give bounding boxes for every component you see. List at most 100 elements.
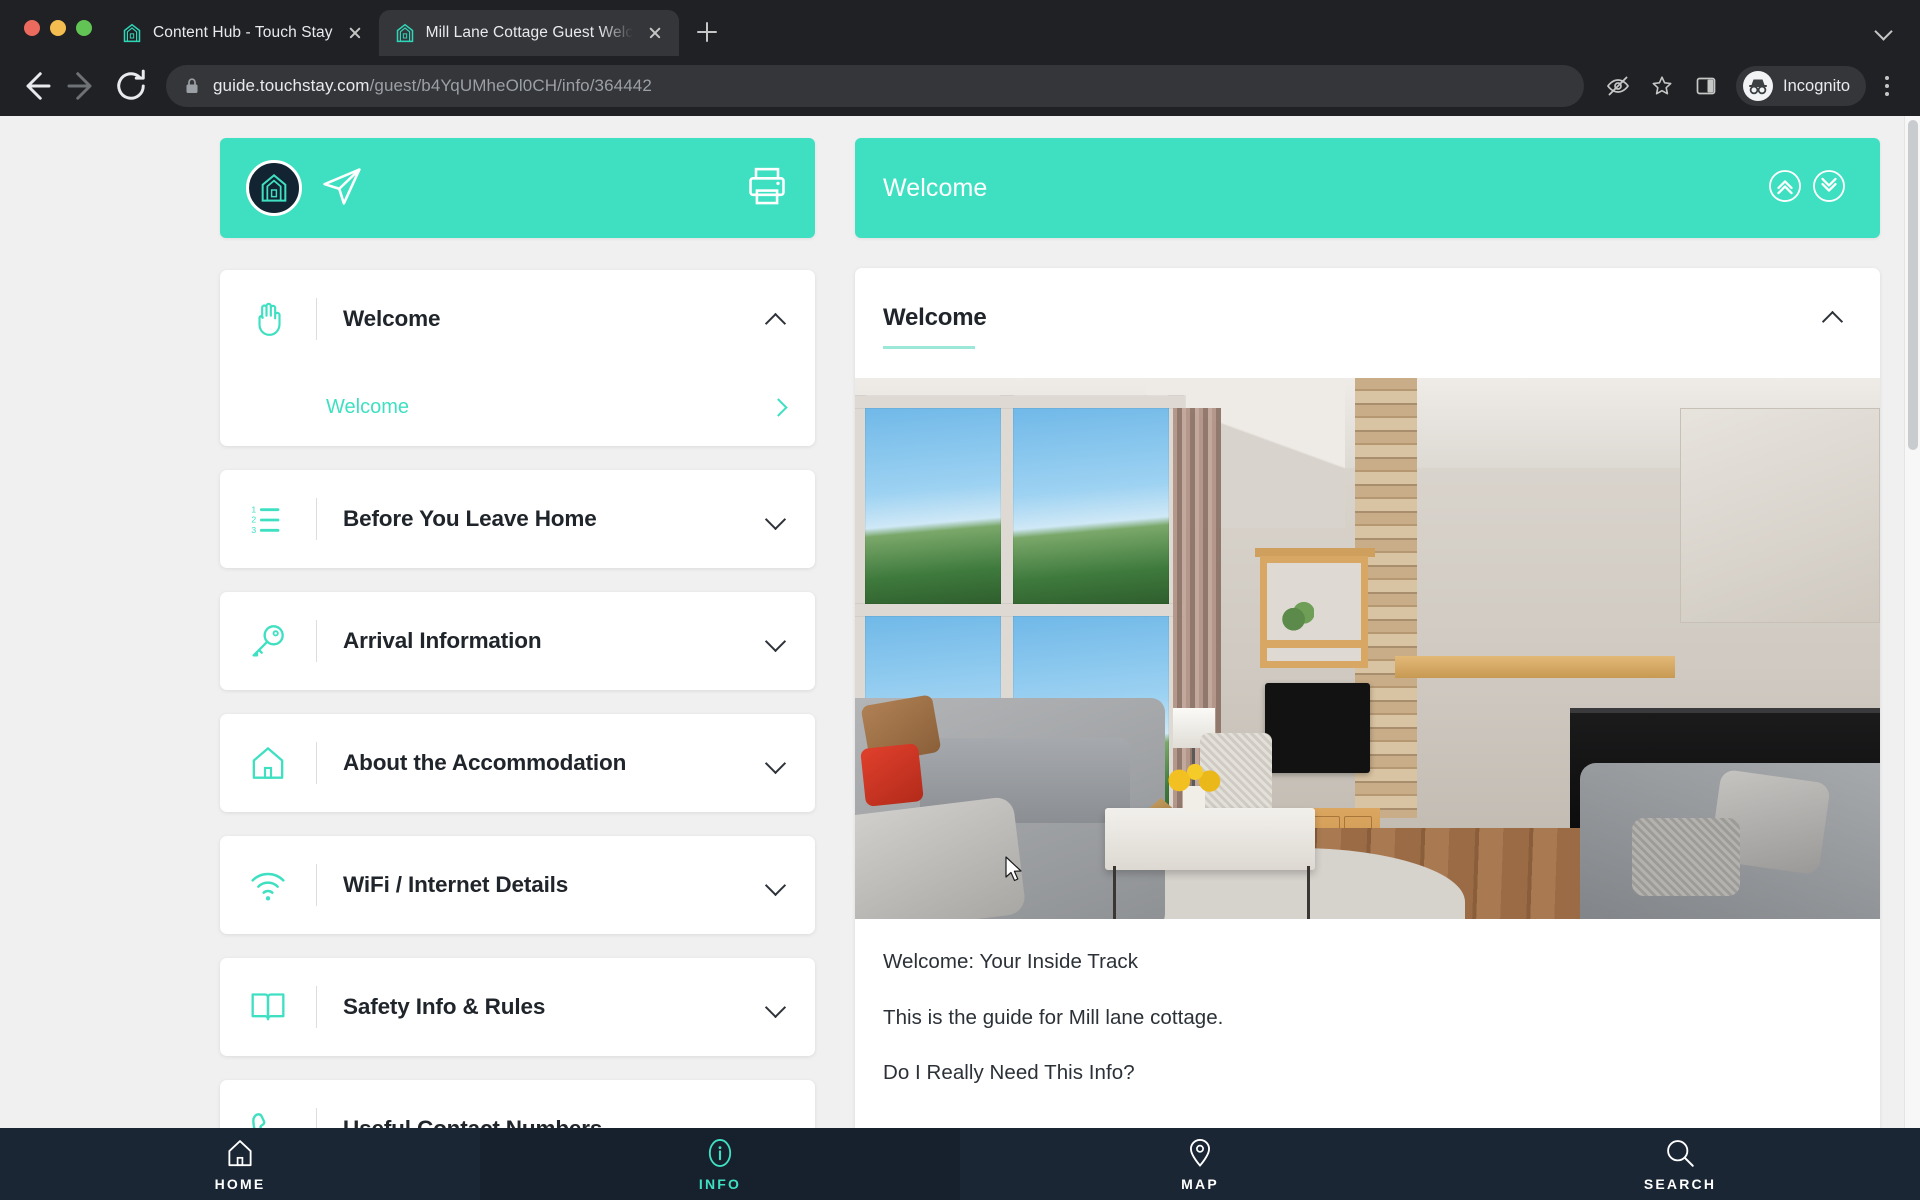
- nav-item-map[interactable]: MAP: [960, 1128, 1440, 1200]
- svg-text:2: 2: [251, 515, 256, 525]
- home-icon: [228, 1140, 252, 1167]
- profile-label: Incognito: [1783, 76, 1850, 95]
- chevron-up-icon[interactable]: [763, 306, 789, 332]
- article-card: Welcome Welcome: Your Inside Track This …: [855, 268, 1880, 1200]
- accordion-subitem-welcome[interactable]: Welcome: [220, 368, 815, 446]
- nav-label: HOME: [214, 1176, 266, 1192]
- title-underline: [883, 346, 975, 349]
- reload-button[interactable]: [110, 65, 152, 107]
- nav-label: SEARCH: [1643, 1176, 1717, 1192]
- accordion-before-you-leave-home: 1 2 3 Before You Leave Home: [220, 470, 815, 568]
- accordion-wifi-internet-details: WiFi / Internet Details: [220, 836, 815, 934]
- address-bar[interactable]: guide.touchstay.com/guest/b4YqUMheOl0CH/…: [166, 65, 1585, 107]
- page-viewport: Welcome Welcome 1 2 3 Before You Leave H…: [0, 116, 1920, 1200]
- close-window-button[interactable]: [24, 20, 40, 36]
- chevron-down-icon[interactable]: [763, 994, 789, 1020]
- accordion-title: Before You Leave Home: [343, 506, 597, 531]
- touch-stay-favicon-icon: [123, 23, 141, 43]
- divider: [316, 620, 317, 662]
- side-panel-icon[interactable]: [1686, 66, 1726, 106]
- accordion-title: About the Accommodation: [343, 750, 627, 775]
- divider: [316, 742, 317, 784]
- guide-page: Welcome Welcome 1 2 3 Before You Leave H…: [0, 116, 1920, 1200]
- browser-tab-mill-lane-cottage[interactable]: Mill Lane Cottage Guest Welco: [378, 10, 679, 56]
- tab-search-chevron-icon[interactable]: [1872, 17, 1898, 43]
- nav-item-search[interactable]: SEARCH: [1440, 1128, 1920, 1200]
- accordion-header[interactable]: 1 2 3 Before You Leave Home: [220, 470, 815, 568]
- minimize-window-button[interactable]: [50, 20, 66, 36]
- accordion-header[interactable]: WiFi / Internet Details: [220, 836, 815, 934]
- tab-title: Mill Lane Cottage Guest Welco: [425, 24, 633, 41]
- article-paragraph: This is the guide for Mill lane cottage.: [883, 1005, 1224, 1029]
- nav-item-home[interactable]: HOME: [0, 1128, 480, 1200]
- content-panel-header: Welcome: [855, 138, 1880, 238]
- accordion-safety-info-and-rules: Safety Info & Rules: [220, 958, 815, 1056]
- page-scrollbar[interactable]: [1904, 116, 1920, 1200]
- accordion-title: Welcome: [343, 306, 441, 331]
- bookmark-star-icon[interactable]: [1642, 66, 1682, 106]
- divider: [316, 298, 317, 340]
- bottom-navigation-bar: HOME INFO MAP SEARCH: [0, 1128, 1920, 1200]
- accordion-welcome: Welcome Welcome: [220, 270, 815, 446]
- chevron-down-icon[interactable]: [763, 750, 789, 776]
- guide-content-panel: Welcome Welcome Welcome: Your Inside Tra…: [855, 138, 1880, 1200]
- svg-text:3: 3: [251, 525, 256, 535]
- hide-tracking-eye-off-icon[interactable]: [1598, 66, 1638, 106]
- double-chevron-up-icon[interactable]: [1768, 169, 1802, 208]
- chevron-right-icon[interactable]: [767, 396, 789, 418]
- article-header[interactable]: Welcome: [855, 268, 1880, 378]
- panel-title: Welcome: [883, 173, 988, 202]
- browser-tab-content-hub[interactable]: Content Hub - Touch Stay: [106, 10, 379, 56]
- accordion-header[interactable]: Safety Info & Rules: [220, 958, 815, 1056]
- close-tab-button[interactable]: [644, 22, 666, 44]
- accordion-title: Arrival Information: [343, 628, 542, 653]
- nav-label: MAP: [1181, 1176, 1219, 1192]
- key-icon: [248, 621, 304, 661]
- new-tab-button[interactable]: [685, 10, 729, 54]
- accordion-header[interactable]: Arrival Information: [220, 592, 815, 690]
- subitem-label: Welcome: [326, 395, 409, 418]
- printer-icon[interactable]: [745, 164, 789, 213]
- touch-stay-favicon-icon: [396, 23, 413, 43]
- paper-plane-icon[interactable]: [320, 164, 364, 213]
- accordion-header[interactable]: Welcome: [220, 270, 815, 368]
- maximize-window-button[interactable]: [76, 20, 92, 36]
- accordion-title: WiFi / Internet Details: [343, 872, 569, 897]
- map-pin-icon: [1190, 1139, 1210, 1167]
- close-tab-button[interactable]: [344, 22, 366, 44]
- incognito-avatar-icon: [1743, 71, 1774, 101]
- back-button[interactable]: [14, 65, 56, 107]
- svg-text:1: 1: [251, 504, 256, 514]
- search-icon: [1667, 1140, 1694, 1167]
- omnibox-toolbar: guide.touchstay.com/guest/b4YqUMheOl0CH/…: [0, 56, 1920, 116]
- touch-stay-house-logo[interactable]: [246, 160, 302, 216]
- chevron-down-icon[interactable]: [763, 506, 789, 532]
- nav-item-info[interactable]: INFO: [480, 1128, 960, 1200]
- waving-hand-icon: [248, 299, 304, 339]
- guide-sidebar: Welcome Welcome 1 2 3 Before You Leave H…: [220, 138, 815, 1200]
- browser-menu-button[interactable]: [1870, 66, 1904, 106]
- article-paragraph: Do I Really Need This Info?: [883, 1061, 1135, 1085]
- scrollbar-thumb[interactable]: [1908, 120, 1918, 450]
- nav-label: INFO: [698, 1176, 742, 1192]
- url-path: /guest/b4YqUMheOl0CH/info/364442: [369, 76, 652, 95]
- open-book-icon: [248, 987, 304, 1027]
- accordion-header[interactable]: About the Accommodation: [220, 714, 815, 812]
- profile-incognito-button[interactable]: Incognito: [1736, 66, 1866, 106]
- chevron-down-icon[interactable]: [763, 872, 789, 898]
- brand-header-bar: [220, 138, 815, 238]
- lock-icon: [186, 78, 198, 93]
- accordion-about-the-accommodation: About the Accommodation: [220, 714, 815, 812]
- forward-button[interactable]: [62, 65, 104, 107]
- url-domain: guide.touchstay.com: [213, 76, 370, 95]
- article-body: Welcome: Your Inside Track This is the g…: [855, 919, 1880, 1086]
- divider: [316, 498, 317, 540]
- accordion-arrival-information: Arrival Information: [220, 592, 815, 690]
- accordion-title: Safety Info & Rules: [343, 994, 546, 1019]
- tab-title: Content Hub - Touch Stay: [153, 24, 333, 41]
- double-chevron-down-icon[interactable]: [1812, 169, 1846, 208]
- accordion-list: Welcome Welcome 1 2 3 Before You Leave H…: [220, 270, 815, 1178]
- chevron-down-icon[interactable]: [763, 628, 789, 654]
- browser-window: Content Hub - Touch Stay Mill Lane Cotta…: [0, 0, 1920, 1200]
- chevron-up-icon[interactable]: [1820, 304, 1846, 330]
